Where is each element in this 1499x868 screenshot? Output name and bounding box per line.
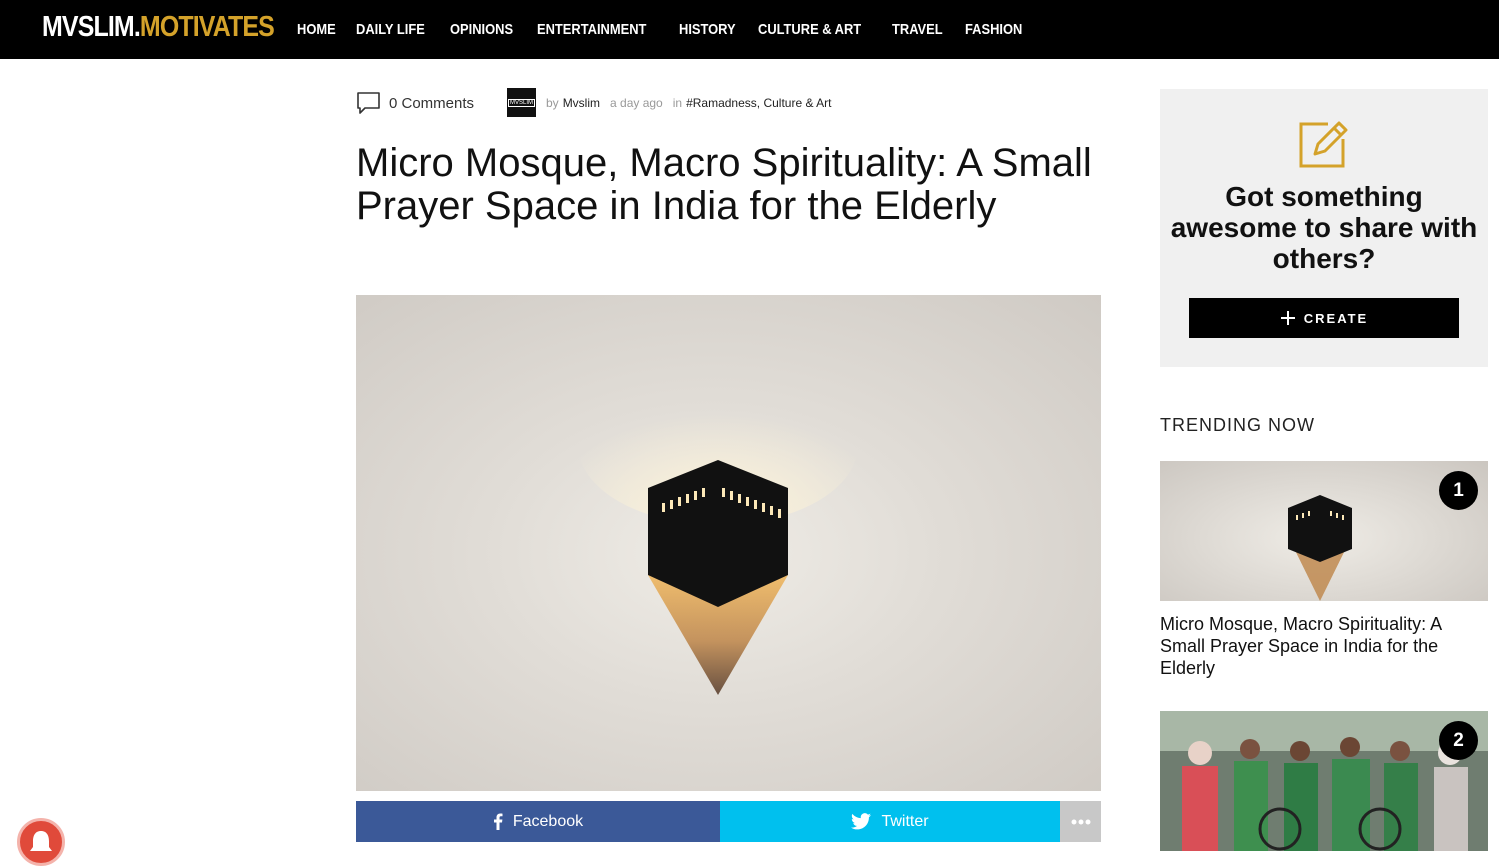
author-avatar[interactable]: MVSLIM <box>507 88 536 117</box>
nav-history[interactable]: HISTORY <box>679 21 736 38</box>
in-label: in <box>672 95 683 110</box>
create-prompt: Got something awesome to share with othe… <box>1170 181 1478 274</box>
logo-text-accent: MOTIVATES <box>139 11 275 43</box>
comment-icon <box>357 92 380 114</box>
author-info: MVSLIM by Mvslim a day ago in #Ramadness… <box>507 88 831 117</box>
trending-1-lamp-illustration <box>1288 495 1352 601</box>
facebook-share-button[interactable]: Facebook <box>356 801 720 842</box>
trending-item-1-image[interactable]: 1 <box>1160 461 1488 601</box>
trending-rank-badge: 2 <box>1439 721 1478 760</box>
avatar-text: MVSLIM <box>507 98 535 107</box>
nav-opinions[interactable]: OPINIONS <box>450 21 513 38</box>
nav-culture-art[interactable]: CULTURE & ART <box>758 21 861 38</box>
wall-lamp-illustration <box>578 365 858 695</box>
twitter-label: Twitter <box>881 812 929 830</box>
nav-fashion[interactable]: FASHION <box>965 21 1022 38</box>
create-post-box: Got something awesome to share with othe… <box>1160 89 1488 367</box>
article-meta: 0 Comments MVSLIM by Mvslim a day ago in… <box>356 88 1101 118</box>
post-categories[interactable]: #Ramadness, Culture & Art <box>686 96 831 110</box>
facebook-icon <box>493 813 503 830</box>
plus-icon <box>1280 311 1295 325</box>
top-navbar: MVSLIM.MOTIVATES HOME DAILY LIFE OPINION… <box>0 0 1499 59</box>
edit-icon <box>1299 121 1348 168</box>
post-time: a day ago <box>610 95 663 110</box>
site-logo[interactable]: MVSLIM.MOTIVATES <box>42 11 275 44</box>
logo-text-main: MVSLIM. <box>42 11 141 43</box>
hero-image <box>356 295 1101 791</box>
trending-item-1-title[interactable]: Micro Mosque, Macro Spirituality: A Smal… <box>1160 613 1480 679</box>
trending-item-2-image[interactable]: 2 <box>1160 711 1488 851</box>
comments-count: 0 Comments <box>389 94 475 112</box>
nav-home[interactable]: HOME <box>297 21 336 38</box>
main-nav: HOME DAILY LIFE OPINIONS ENTERTAINMENT H… <box>297 0 1032 59</box>
nav-entertainment[interactable]: ENTERTAINMENT <box>537 21 646 38</box>
by-label: by <box>546 95 559 110</box>
trending-rank-badge: 1 <box>1439 471 1478 510</box>
twitter-icon <box>851 813 872 830</box>
nav-daily-life[interactable]: DAILY LIFE <box>356 21 425 38</box>
twitter-share-button[interactable]: Twitter <box>720 801 1060 842</box>
article-title: Micro Mosque, Macro Spirituality: A Smal… <box>356 141 1092 228</box>
more-share-button[interactable] <box>1060 801 1101 842</box>
notification-bell-button[interactable] <box>17 818 65 866</box>
create-button[interactable]: CREATE <box>1189 298 1459 338</box>
trending-2-photo <box>1160 711 1488 851</box>
more-dots-icon <box>1071 819 1090 824</box>
create-label: CREATE <box>1303 310 1369 326</box>
facebook-label: Facebook <box>512 812 584 830</box>
trending-heading: TRENDING NOW <box>1160 415 1315 435</box>
comments-link[interactable]: 0 Comments <box>356 91 474 115</box>
author-name[interactable]: Mvslim <box>563 96 600 110</box>
share-bar: Facebook Twitter <box>356 801 1101 842</box>
nav-travel[interactable]: TRAVEL <box>892 21 943 38</box>
